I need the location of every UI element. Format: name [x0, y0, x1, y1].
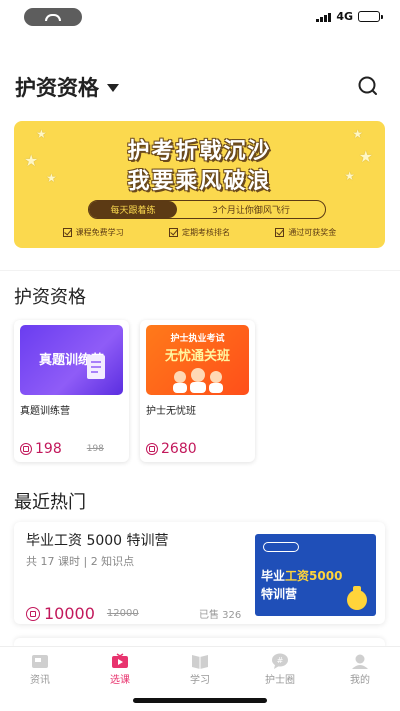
- perk-item: 课程免费学习: [62, 227, 124, 238]
- money-bag-icon: [347, 586, 367, 610]
- tab-community[interactable]: # 护士圈: [240, 647, 320, 688]
- svg-text:#: #: [277, 656, 284, 665]
- banner-headline-1: 护考折戟沉沙: [127, 139, 272, 164]
- checkbox-icon: [168, 228, 178, 237]
- course-card[interactable]: 真题训练营 真题训练营 198 198: [14, 320, 129, 462]
- course-card[interactable]: 护士执业考试 无忧通关班 护士无忧班 2680: [140, 320, 255, 462]
- tab-course[interactable]: 选课: [80, 647, 160, 688]
- banner-perks: 课程免费学习 定期考核排名 通过可获奖金: [14, 227, 385, 238]
- checkbox-icon: [275, 228, 285, 237]
- page-title: 护资资格: [15, 76, 99, 100]
- tab-study[interactable]: 学习: [160, 647, 240, 688]
- status-bar: 4G: [0, 0, 400, 32]
- coin-icon: [146, 443, 158, 455]
- home-indicator[interactable]: [133, 698, 267, 703]
- original-price: 12000: [106, 608, 139, 619]
- active-call-indicator[interactable]: [24, 8, 82, 26]
- coin-icon: [26, 606, 40, 621]
- people-illustration-icon: [173, 368, 223, 393]
- community-icon: #: [271, 653, 289, 669]
- coin-icon: [20, 443, 32, 455]
- profile-icon: [351, 653, 369, 669]
- promo-banner[interactable]: ★ ★ ★ ★ ★ ★ 护考折戟沉沙 我要乘风破浪 每天跟着练 3个月让你御风飞…: [14, 121, 385, 248]
- phone-icon: [45, 13, 61, 21]
- slogan-right: 3个月让你御风飞行: [212, 206, 290, 216]
- qualification-selector[interactable]: 护资资格: [15, 72, 119, 102]
- signal-icon: [316, 12, 332, 22]
- course-name: 真题训练营: [20, 406, 70, 417]
- bottom-tab-bar: 资讯 选课 学习 # 护士圈 我的: [0, 646, 400, 688]
- document-icon: [87, 355, 105, 379]
- status-indicators: 4G: [316, 10, 383, 23]
- tab-profile[interactable]: 我的: [320, 647, 400, 688]
- banner-slogan: 每天跟着练 3个月让你御风飞行: [88, 200, 326, 219]
- hot-course-meta: 共 17 课时 | 2 知识点: [26, 555, 135, 568]
- battery-icon: [358, 11, 383, 22]
- course-price: 198 198: [20, 441, 104, 457]
- caret-down-icon: [107, 84, 119, 92]
- book-icon: [191, 653, 209, 669]
- original-price: 198: [86, 444, 104, 454]
- perk-item: 定期考核排名: [168, 227, 230, 238]
- slogan-left: 每天跟着练: [89, 201, 177, 218]
- sold-count: 已售 326: [199, 610, 242, 621]
- divider: [0, 270, 400, 271]
- hot-course-item[interactable]: 毕业工资 5000 特训营 共 17 课时 | 2 知识点 10000 1200…: [14, 522, 385, 624]
- banner-headline-2: 我要乘风破浪: [127, 169, 272, 194]
- hot-course-title: 毕业工资 5000 特训营: [26, 533, 169, 549]
- news-icon: [31, 653, 49, 669]
- search-icon: [358, 76, 377, 95]
- course-price: 2680: [146, 441, 197, 457]
- tab-news[interactable]: 资讯: [0, 647, 80, 688]
- hot-course-thumbnail: 毕业工资5000 特训营: [255, 534, 376, 616]
- course-thumbnail: 护士执业考试 无忧通关班: [146, 325, 249, 395]
- section-title-hot: 最近热门: [14, 492, 86, 513]
- search-button[interactable]: [356, 74, 380, 98]
- course-name: 护士无忧班: [146, 406, 196, 417]
- checkbox-icon: [62, 228, 72, 237]
- brand-logo-icon: [263, 542, 299, 552]
- course-thumbnail: 真题训练营: [20, 325, 123, 395]
- network-type: 4G: [336, 10, 353, 23]
- perk-item: 通过可获奖金: [275, 227, 336, 238]
- header: 护资资格: [15, 70, 380, 104]
- hot-course-price: 10000 12000: [26, 604, 139, 623]
- section-title-qualification: 护资资格: [14, 287, 86, 308]
- course-icon: [111, 653, 129, 669]
